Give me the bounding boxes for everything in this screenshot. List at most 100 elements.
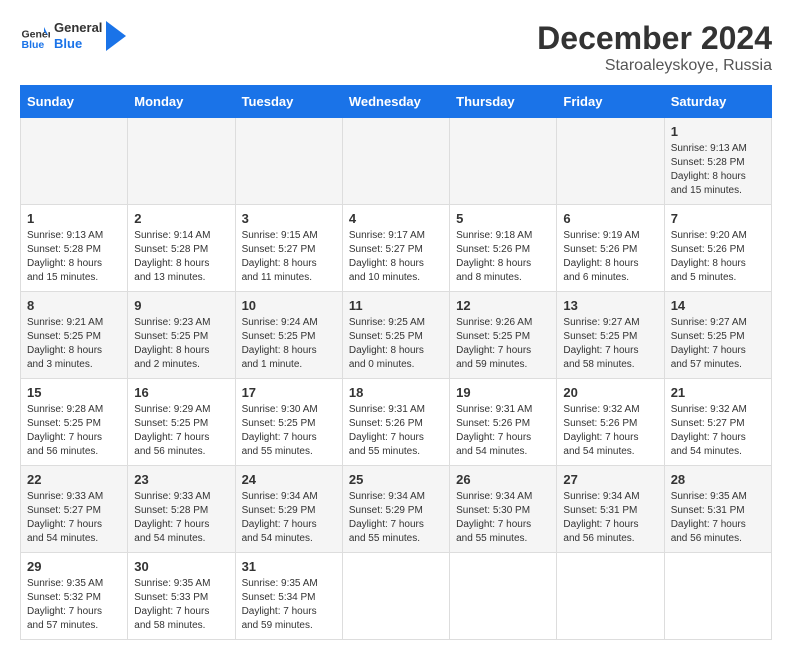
day-info: Sunrise: 9:34 AM Sunset: 5:30 PM Dayligh… bbox=[456, 490, 550, 546]
day-info: Sunrise: 9:32 AM Sunset: 5:27 PM Dayligh… bbox=[671, 403, 765, 459]
table-row: 14 Sunrise: 9:27 AM Sunset: 5:25 PM Dayl… bbox=[664, 292, 771, 379]
day-info: Sunrise: 9:34 AM Sunset: 5:29 PM Dayligh… bbox=[242, 490, 336, 546]
day-number: 8 bbox=[27, 298, 121, 313]
day-info: Sunrise: 9:13 AM Sunset: 5:28 PM Dayligh… bbox=[671, 142, 765, 198]
logo-general: General bbox=[54, 20, 102, 36]
day-number: 13 bbox=[563, 298, 657, 313]
day-number: 30 bbox=[134, 559, 228, 574]
table-row: 10 Sunrise: 9:24 AM Sunset: 5:25 PM Dayl… bbox=[235, 292, 342, 379]
day-info: Sunrise: 9:25 AM Sunset: 5:25 PM Dayligh… bbox=[349, 316, 443, 372]
day-number: 28 bbox=[671, 472, 765, 487]
day-number: 29 bbox=[27, 559, 121, 574]
col-header-wednesday: Wednesday bbox=[342, 86, 449, 118]
day-info: Sunrise: 9:27 AM Sunset: 5:25 PM Dayligh… bbox=[563, 316, 657, 372]
table-row: 1 Sunrise: 9:13 AM Sunset: 5:28 PM Dayli… bbox=[21, 205, 128, 292]
table-row: 3 Sunrise: 9:15 AM Sunset: 5:27 PM Dayli… bbox=[235, 205, 342, 292]
day-number: 22 bbox=[27, 472, 121, 487]
table-row bbox=[664, 553, 771, 640]
calendar-header-row: Sunday Monday Tuesday Wednesday Thursday… bbox=[21, 86, 772, 118]
day-info: Sunrise: 9:17 AM Sunset: 5:27 PM Dayligh… bbox=[349, 229, 443, 285]
day-number: 20 bbox=[563, 385, 657, 400]
table-row bbox=[557, 118, 664, 205]
day-number: 16 bbox=[134, 385, 228, 400]
day-number: 3 bbox=[242, 211, 336, 226]
day-info: Sunrise: 9:33 AM Sunset: 5:27 PM Dayligh… bbox=[27, 490, 121, 546]
day-number: 9 bbox=[134, 298, 228, 313]
calendar-week-row: 22 Sunrise: 9:33 AM Sunset: 5:27 PM Dayl… bbox=[21, 466, 772, 553]
day-number: 10 bbox=[242, 298, 336, 313]
table-row: 1 Sunrise: 9:13 AM Sunset: 5:28 PM Dayli… bbox=[664, 118, 771, 205]
day-info: Sunrise: 9:29 AM Sunset: 5:25 PM Dayligh… bbox=[134, 403, 228, 459]
day-number: 1 bbox=[27, 211, 121, 226]
day-number: 5 bbox=[456, 211, 550, 226]
day-info: Sunrise: 9:26 AM Sunset: 5:25 PM Dayligh… bbox=[456, 316, 550, 372]
day-info: Sunrise: 9:14 AM Sunset: 5:28 PM Dayligh… bbox=[134, 229, 228, 285]
col-header-thursday: Thursday bbox=[450, 86, 557, 118]
calendar-week-row: 1 Sunrise: 9:13 AM Sunset: 5:28 PM Dayli… bbox=[21, 118, 772, 205]
day-number: 25 bbox=[349, 472, 443, 487]
day-number: 7 bbox=[671, 211, 765, 226]
table-row: 28 Sunrise: 9:35 AM Sunset: 5:31 PM Dayl… bbox=[664, 466, 771, 553]
table-row bbox=[450, 553, 557, 640]
table-row: 19 Sunrise: 9:31 AM Sunset: 5:26 PM Dayl… bbox=[450, 379, 557, 466]
day-number: 31 bbox=[242, 559, 336, 574]
table-row bbox=[21, 118, 128, 205]
day-info: Sunrise: 9:35 AM Sunset: 5:33 PM Dayligh… bbox=[134, 577, 228, 633]
day-info: Sunrise: 9:24 AM Sunset: 5:25 PM Dayligh… bbox=[242, 316, 336, 372]
table-row: 26 Sunrise: 9:34 AM Sunset: 5:30 PM Dayl… bbox=[450, 466, 557, 553]
table-row: 23 Sunrise: 9:33 AM Sunset: 5:28 PM Dayl… bbox=[128, 466, 235, 553]
day-number: 23 bbox=[134, 472, 228, 487]
day-info: Sunrise: 9:15 AM Sunset: 5:27 PM Dayligh… bbox=[242, 229, 336, 285]
logo-arrow-icon bbox=[106, 21, 126, 51]
day-info: Sunrise: 9:19 AM Sunset: 5:26 PM Dayligh… bbox=[563, 229, 657, 285]
table-row: 16 Sunrise: 9:29 AM Sunset: 5:25 PM Dayl… bbox=[128, 379, 235, 466]
table-row: 29 Sunrise: 9:35 AM Sunset: 5:32 PM Dayl… bbox=[21, 553, 128, 640]
day-number: 17 bbox=[242, 385, 336, 400]
day-number: 19 bbox=[456, 385, 550, 400]
day-info: Sunrise: 9:21 AM Sunset: 5:25 PM Dayligh… bbox=[27, 316, 121, 372]
page-header: General Blue General Blue December 2024 … bbox=[20, 20, 772, 75]
day-info: Sunrise: 9:35 AM Sunset: 5:34 PM Dayligh… bbox=[242, 577, 336, 633]
table-row: 7 Sunrise: 9:20 AM Sunset: 5:26 PM Dayli… bbox=[664, 205, 771, 292]
table-row: 20 Sunrise: 9:32 AM Sunset: 5:26 PM Dayl… bbox=[557, 379, 664, 466]
table-row bbox=[342, 553, 449, 640]
day-info: Sunrise: 9:28 AM Sunset: 5:25 PM Dayligh… bbox=[27, 403, 121, 459]
table-row: 13 Sunrise: 9:27 AM Sunset: 5:25 PM Dayl… bbox=[557, 292, 664, 379]
logo-icon: General Blue bbox=[20, 21, 50, 51]
day-number: 14 bbox=[671, 298, 765, 313]
table-row bbox=[450, 118, 557, 205]
table-row: 18 Sunrise: 9:31 AM Sunset: 5:26 PM Dayl… bbox=[342, 379, 449, 466]
calendar-subtitle: Staroaleyskoye, Russia bbox=[537, 57, 772, 75]
day-info: Sunrise: 9:20 AM Sunset: 5:26 PM Dayligh… bbox=[671, 229, 765, 285]
calendar-week-row: 8 Sunrise: 9:21 AM Sunset: 5:25 PM Dayli… bbox=[21, 292, 772, 379]
day-info: Sunrise: 9:18 AM Sunset: 5:26 PM Dayligh… bbox=[456, 229, 550, 285]
table-row: 17 Sunrise: 9:30 AM Sunset: 5:25 PM Dayl… bbox=[235, 379, 342, 466]
day-info: Sunrise: 9:32 AM Sunset: 5:26 PM Dayligh… bbox=[563, 403, 657, 459]
table-row bbox=[235, 118, 342, 205]
day-number: 24 bbox=[242, 472, 336, 487]
table-row: 8 Sunrise: 9:21 AM Sunset: 5:25 PM Dayli… bbox=[21, 292, 128, 379]
table-row: 4 Sunrise: 9:17 AM Sunset: 5:27 PM Dayli… bbox=[342, 205, 449, 292]
day-info: Sunrise: 9:23 AM Sunset: 5:25 PM Dayligh… bbox=[134, 316, 228, 372]
table-row: 2 Sunrise: 9:14 AM Sunset: 5:28 PM Dayli… bbox=[128, 205, 235, 292]
day-number: 11 bbox=[349, 298, 443, 313]
table-row: 6 Sunrise: 9:19 AM Sunset: 5:26 PM Dayli… bbox=[557, 205, 664, 292]
day-number: 21 bbox=[671, 385, 765, 400]
day-info: Sunrise: 9:35 AM Sunset: 5:32 PM Dayligh… bbox=[27, 577, 121, 633]
day-info: Sunrise: 9:34 AM Sunset: 5:31 PM Dayligh… bbox=[563, 490, 657, 546]
day-number: 27 bbox=[563, 472, 657, 487]
col-header-tuesday: Tuesday bbox=[235, 86, 342, 118]
day-number: 4 bbox=[349, 211, 443, 226]
day-info: Sunrise: 9:33 AM Sunset: 5:28 PM Dayligh… bbox=[134, 490, 228, 546]
logo: General Blue General Blue bbox=[20, 20, 126, 51]
table-row: 30 Sunrise: 9:35 AM Sunset: 5:33 PM Dayl… bbox=[128, 553, 235, 640]
day-info: Sunrise: 9:31 AM Sunset: 5:26 PM Dayligh… bbox=[349, 403, 443, 459]
table-row bbox=[557, 553, 664, 640]
calendar-table: Sunday Monday Tuesday Wednesday Thursday… bbox=[20, 85, 772, 640]
col-header-sunday: Sunday bbox=[21, 86, 128, 118]
calendar-title: December 2024 bbox=[537, 20, 772, 57]
logo-blue: Blue bbox=[54, 36, 102, 52]
table-row: 21 Sunrise: 9:32 AM Sunset: 5:27 PM Dayl… bbox=[664, 379, 771, 466]
col-header-saturday: Saturday bbox=[664, 86, 771, 118]
title-block: December 2024 Staroaleyskoye, Russia bbox=[537, 20, 772, 75]
